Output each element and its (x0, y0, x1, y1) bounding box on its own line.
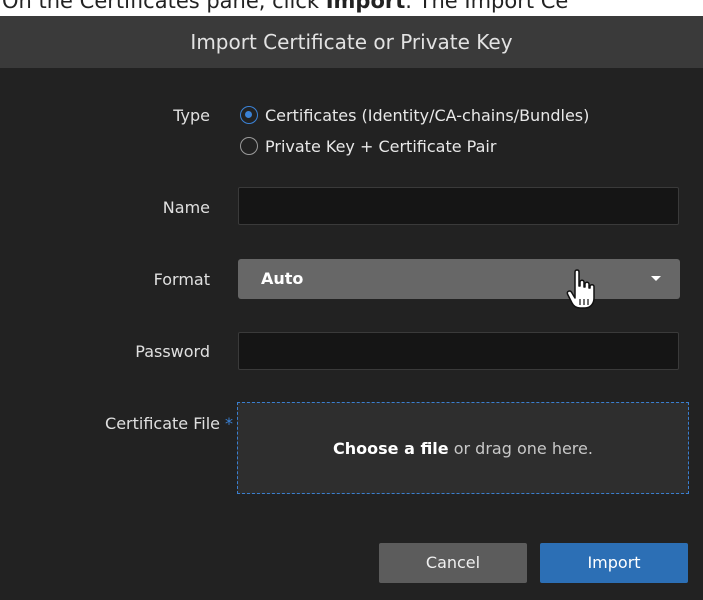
format-select[interactable]: Auto (238, 259, 680, 299)
hand-pointer-icon (566, 269, 595, 309)
choose-file-link[interactable]: Choose a file (333, 439, 449, 458)
caption-prefix: On the Certificates pane, click (2, 0, 326, 13)
certificate-file-dropzone[interactable]: Choose a file or drag one here. (237, 402, 689, 494)
caption-bold: Import (325, 0, 406, 13)
format-label: Format (153, 270, 210, 289)
type-option-certificates-label: Certificates (Identity/CA-chains/Bundles… (265, 105, 590, 125)
certificate-file-label-text: Certificate File (105, 414, 220, 433)
type-option-certificates[interactable]: Certificates (Identity/CA-chains/Bundles… (240, 103, 589, 127)
import-button[interactable]: Import (540, 543, 688, 583)
dialog-header: Import Certificate or Private Key (0, 16, 703, 68)
format-select-value: Auto (261, 269, 304, 288)
password-input[interactable] (238, 332, 679, 370)
dropzone-text: Choose a file or drag one here. (333, 439, 593, 458)
type-label: Type (173, 106, 210, 125)
name-label: Name (162, 198, 210, 217)
type-option-keypair-label: Private Key + Certificate Pair (265, 136, 497, 156)
radio-unchecked-icon[interactable] (240, 137, 258, 155)
caption-suffix: . The Import Ce (405, 0, 569, 13)
required-marker: * (225, 414, 233, 433)
dialog-title: Import Certificate or Private Key (190, 30, 513, 54)
drag-text: or drag one here. (448, 438, 593, 458)
instruction-caption: On the Certificates pane, click Import. … (2, 0, 703, 13)
name-input[interactable] (238, 187, 679, 225)
password-label: Password (135, 342, 210, 361)
caret-down-icon (651, 276, 661, 281)
type-option-keypair[interactable]: Private Key + Certificate Pair (240, 134, 496, 158)
cancel-button[interactable]: Cancel (379, 543, 527, 583)
certificate-file-label: Certificate File * (105, 414, 233, 433)
radio-checked-icon[interactable] (240, 106, 258, 124)
